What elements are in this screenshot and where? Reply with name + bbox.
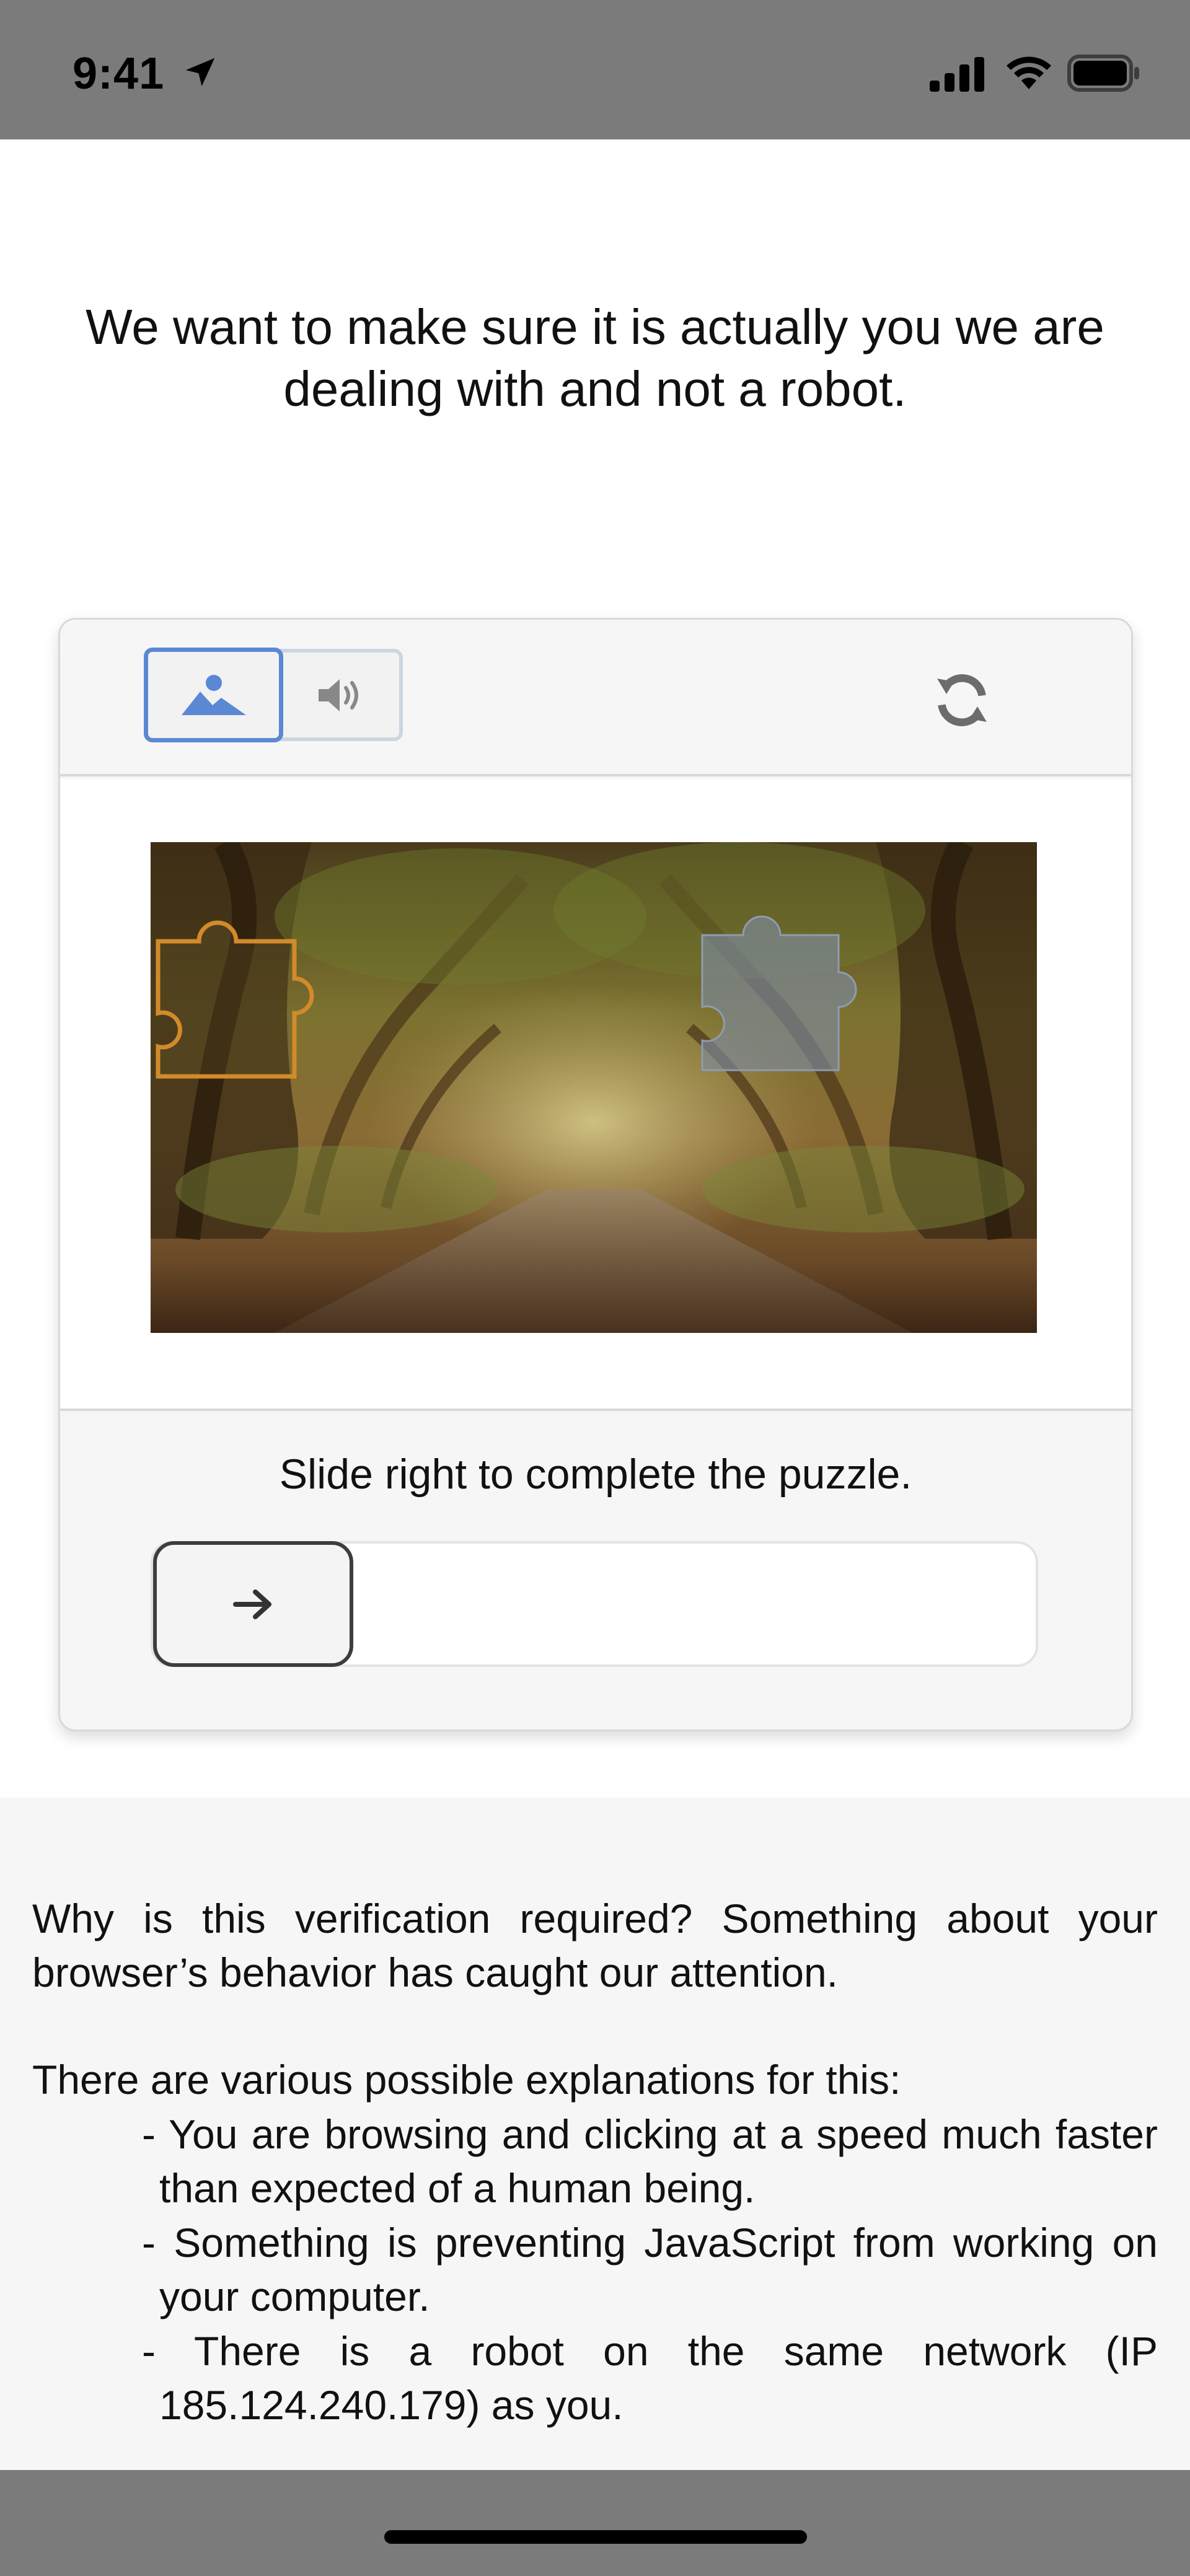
status-bar: 9:41: [0, 0, 1190, 139]
arrow-right-icon: [232, 1589, 271, 1619]
slider-instruction: Slide right to complete the puzzle.: [279, 1451, 912, 1498]
reason-item: - Something is preventing JavaScript fro…: [142, 2220, 1158, 2319]
explanation-intro: There are various possible explanations …: [32, 2057, 901, 2103]
puzzle-image: [151, 842, 1037, 1333]
cellular-signal-icon: [930, 57, 984, 92]
verification-headline: We want to make sure it is actually you …: [86, 299, 1104, 416]
captcha-toolbar: [60, 620, 1131, 776]
explanation-question: Why is this verification required? Somet…: [32, 1896, 1158, 1995]
verification-explanation: Why is this verification required? Somet…: [0, 1798, 1190, 2470]
image-mode-button[interactable]: [144, 648, 283, 742]
refresh-icon: [937, 674, 987, 726]
status-time: 9:41: [73, 49, 165, 99]
bottom-bar: [0, 2470, 1190, 2576]
slider-handle[interactable]: [153, 1541, 353, 1667]
location-arrow-icon: [185, 58, 215, 86]
home-indicator[interactable]: [384, 2530, 807, 2544]
image-icon: [181, 674, 246, 715]
captcha-mode-toggle: [144, 648, 403, 742]
reason-item: - You are browsing and clicking at a spe…: [142, 2111, 1158, 2211]
refresh-button[interactable]: [928, 666, 996, 734]
speaker-icon: [319, 679, 358, 711]
wifi-icon: [1007, 56, 1051, 89]
battery-icon: [1067, 55, 1139, 92]
reason-item: - There is a robot on the same network (…: [142, 2328, 1158, 2428]
forest-road-image: [151, 842, 1037, 1333]
puzzle-piece: [156, 920, 314, 1079]
captcha-image-area: [60, 779, 1131, 1411]
audio-mode-button[interactable]: [279, 649, 403, 741]
slider-track[interactable]: [151, 1541, 1038, 1667]
captcha-card: Slide right to complete the puzzle.: [58, 618, 1133, 1731]
puzzle-target-slot: [701, 915, 857, 1071]
